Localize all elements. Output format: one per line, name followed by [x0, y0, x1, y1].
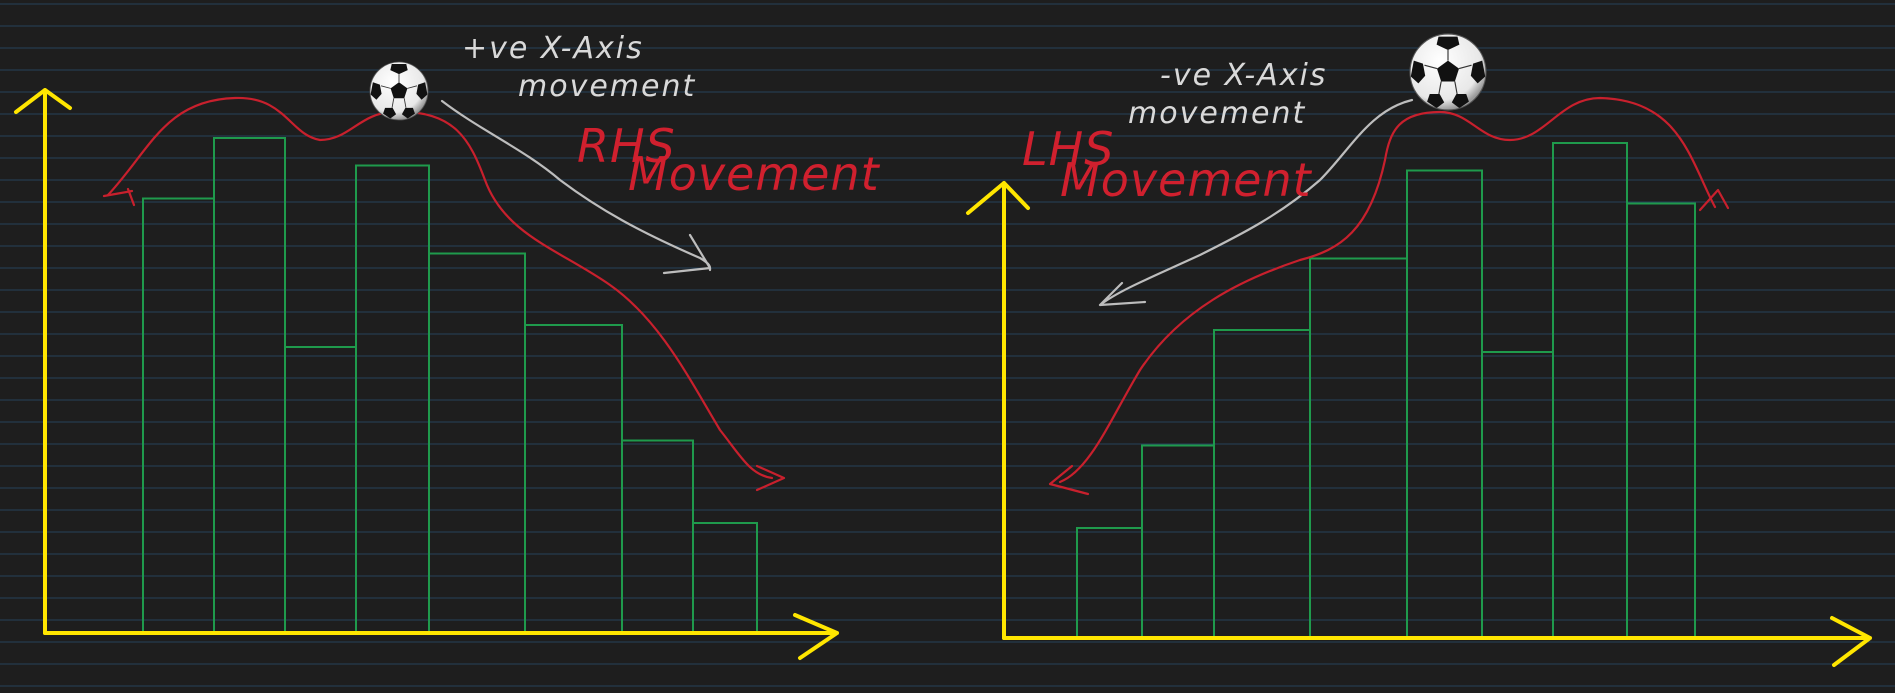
- left-movement-label-line2: Movement: [628, 147, 881, 201]
- soccer-ball-icon: [1409, 33, 1487, 111]
- diagram-svg: +ve X-Axis movement RHS Movement -ve X-A…: [0, 3, 1895, 687]
- left-y-axis: [14, 88, 72, 635]
- right-bar-8: [1626, 202, 1696, 639]
- right-bar-7: [1552, 142, 1628, 639]
- right-annotation-line1: -ve X-Axis: [1160, 58, 1327, 93]
- right-panel: -ve X-Axis movement LHS Movement: [966, 33, 1872, 667]
- right-annotation-line2: movement: [1128, 96, 1306, 131]
- left-curve-start-tick: [102, 187, 136, 207]
- left-panel: +ve X-Axis movement RHS Movement: [14, 31, 881, 660]
- left-bar-3: [284, 346, 357, 634]
- left-bar-8: [692, 522, 758, 634]
- right-y-axis: [966, 181, 1030, 640]
- left-annotation-line2: movement: [518, 69, 696, 104]
- right-bar-5: [1406, 169, 1483, 639]
- right-bar-6: [1481, 351, 1554, 639]
- left-bar-2: [213, 137, 286, 634]
- soccer-ball-icon: [369, 61, 429, 121]
- right-movement-label-line2: Movement: [1060, 153, 1313, 207]
- left-x-axis: [43, 613, 839, 660]
- left-bar-7: [621, 439, 694, 634]
- left-bar-1: [142, 197, 215, 634]
- right-bar-3: [1213, 329, 1311, 639]
- left-bar-group: [142, 137, 758, 634]
- diagram-canvas: +ve X-Axis movement RHS Movement -ve X-A…: [0, 0, 1895, 693]
- right-bar-1: [1076, 527, 1143, 639]
- right-bar-2: [1141, 444, 1215, 639]
- left-annotation-line1: +ve X-Axis: [462, 31, 644, 66]
- left-bar-4: [355, 164, 430, 634]
- right-bar-group: [1076, 142, 1696, 639]
- left-bar-6: [524, 324, 623, 634]
- right-bar-4: [1309, 257, 1408, 639]
- right-curve-arrowhead: [1048, 464, 1090, 496]
